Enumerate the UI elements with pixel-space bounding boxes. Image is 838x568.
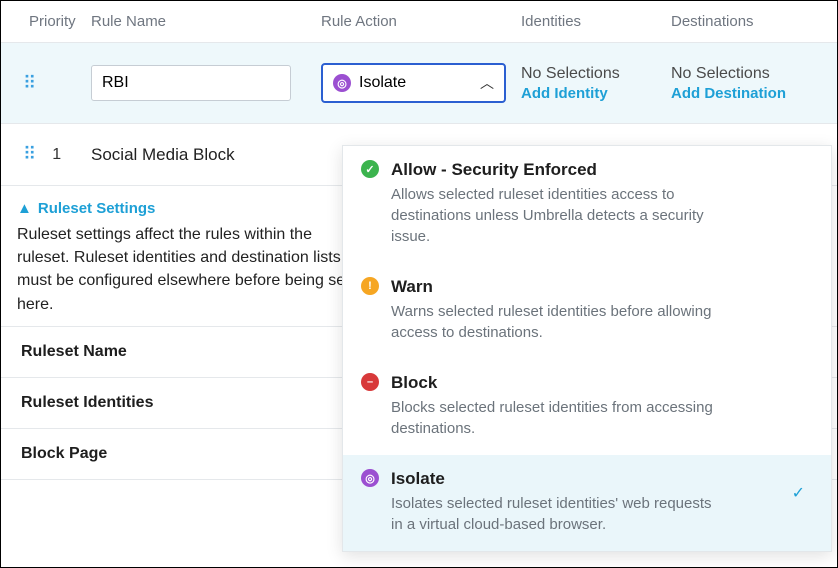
col-header-priority: Priority — [11, 13, 91, 30]
rule-name-text: Social Media Block — [91, 145, 235, 164]
caret-up-icon: ▲ — [17, 200, 32, 217]
rule-action-select[interactable]: ◎ Isolate ︿ — [321, 63, 506, 103]
add-identity-link[interactable]: Add Identity — [521, 85, 671, 102]
isolate-icon: ◎ — [361, 469, 379, 487]
action-option-title: Allow - Security Enforced — [391, 160, 813, 180]
table-header: Priority Rule Name Rule Action Identitie… — [1, 1, 837, 43]
drag-icon — [23, 73, 38, 94]
add-destination-link[interactable]: Add Destination — [671, 85, 821, 102]
action-option-warn[interactable]: ! Warn Warns selected ruleset identities… — [343, 263, 831, 359]
action-option-allow[interactable]: ✓ Allow - Security Enforced Allows selec… — [343, 146, 831, 263]
ruleset-settings-description: Ruleset settings affect the rules within… — [17, 223, 357, 316]
action-option-isolate[interactable]: ◎ Isolate Isolates selected ruleset iden… — [343, 455, 831, 551]
col-header-rule-action: Rule Action — [321, 13, 521, 30]
col-header-rule-name: Rule Name — [91, 13, 321, 30]
action-option-title: Isolate — [391, 469, 813, 489]
col-header-destinations: Destinations — [671, 13, 821, 30]
action-option-desc: Isolates selected ruleset identities' we… — [391, 493, 721, 535]
check-icon: ✓ — [792, 483, 805, 503]
drag-icon — [23, 144, 38, 165]
rule-action-selected-label: Isolate — [359, 74, 406, 92]
destinations-value: No Selections — [671, 65, 821, 83]
warn-icon: ! — [361, 277, 379, 295]
allow-icon: ✓ — [361, 160, 379, 178]
block-icon: – — [361, 373, 379, 391]
action-option-desc: Allows selected ruleset identities acces… — [391, 184, 721, 247]
drag-handle[interactable] — [11, 73, 91, 94]
rule-row-editing: ◎ Isolate ︿ No Selections Add Identity N… — [1, 43, 837, 124]
identities-value: No Selections — [521, 65, 671, 83]
isolate-icon: ◎ — [333, 74, 351, 92]
col-header-identities: Identities — [521, 13, 671, 30]
action-option-title: Block — [391, 373, 813, 393]
ruleset-settings-label: Ruleset Settings — [38, 200, 156, 217]
action-option-desc: Warns selected ruleset identities before… — [391, 301, 721, 343]
priority-value: 1 — [52, 146, 63, 164]
action-option-block[interactable]: – Block Blocks selected ruleset identiti… — [343, 359, 831, 455]
action-option-desc: Blocks selected ruleset identities from … — [391, 397, 721, 439]
rule-action-dropdown: ✓ Allow - Security Enforced Allows selec… — [342, 145, 832, 552]
chevron-up-icon: ︿ — [480, 73, 494, 93]
drag-handle[interactable]: 1 — [11, 144, 91, 165]
rule-name-input[interactable] — [91, 65, 291, 101]
action-option-title: Warn — [391, 277, 813, 297]
